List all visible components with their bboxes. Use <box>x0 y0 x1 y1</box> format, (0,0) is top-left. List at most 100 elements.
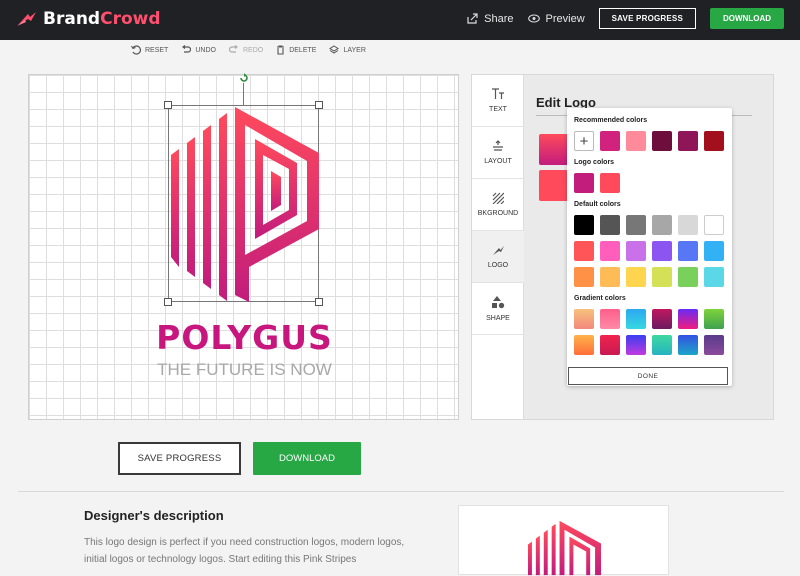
tab-shape-label: SHAPE <box>486 314 510 322</box>
designer-description-title: Designer's description <box>84 508 224 523</box>
default-color-swatch[interactable] <box>574 267 594 287</box>
reset-icon <box>131 45 141 55</box>
undo-icon <box>182 45 192 53</box>
logo-tagline-text[interactable]: THE FUTURE IS NOW <box>29 360 460 380</box>
gradient-color-swatch[interactable] <box>574 335 594 355</box>
layout-icon <box>493 140 503 151</box>
default-color-swatch[interactable] <box>704 267 724 287</box>
gradient-colors-heading: Gradient colors <box>574 295 626 302</box>
gradient-color-swatch[interactable] <box>704 335 724 355</box>
logo-preview-card <box>458 505 669 576</box>
text-icon <box>492 88 504 99</box>
top-download-button[interactable]: DOWNLOAD <box>710 8 784 29</box>
gradient-color-swatch[interactable] <box>574 309 594 329</box>
logo-mark-icon[interactable] <box>169 107 319 307</box>
redo-button[interactable]: REDO <box>228 45 263 55</box>
logo-preview-mark-icon <box>527 520 601 576</box>
default-color-swatch[interactable] <box>600 267 620 287</box>
reset-label: RESET <box>145 46 169 54</box>
editor-toolbar: RESET UNDO REDO DELETE LAYER <box>131 45 366 55</box>
tab-text[interactable]: TEXT <box>472 75 524 127</box>
current-color-swatch-2[interactable] <box>539 170 568 201</box>
default-colors-heading: Default colors <box>574 201 621 208</box>
default-color-swatch[interactable] <box>626 267 646 287</box>
redo-icon <box>228 45 238 53</box>
recommended-color-swatch[interactable] <box>626 131 646 151</box>
shape-icon <box>492 295 505 308</box>
recommended-color-swatch[interactable] <box>600 131 620 151</box>
default-color-swatch[interactable] <box>678 267 698 287</box>
default-color-swatch[interactable] <box>574 215 594 235</box>
logo-canvas[interactable]: POLYGUS THE FUTURE IS NOW <box>28 73 460 420</box>
top-save-progress-button[interactable]: SAVE PROGRESS <box>598 8 696 29</box>
logo-name-text[interactable]: POLYGUS <box>29 318 460 357</box>
tab-background-label: BKGROUND <box>477 210 519 217</box>
default-color-swatch[interactable] <box>600 215 620 235</box>
layer-button[interactable]: LAYER <box>329 45 366 55</box>
reset-button[interactable]: RESET <box>131 45 168 55</box>
top-bar: Brand Crowd Share Preview SAVE PROGRESS D… <box>0 0 800 40</box>
share-icon <box>467 13 478 24</box>
brandcrowd-swoosh-icon <box>17 12 36 26</box>
recommended-color-swatch[interactable] <box>652 131 672 151</box>
gradient-color-swatch[interactable] <box>600 309 620 329</box>
layer-label: LAYER <box>343 46 366 54</box>
recommended-color-swatch[interactable] <box>704 131 724 151</box>
share-label: Share <box>484 12 514 25</box>
background-icon <box>492 192 504 204</box>
default-color-swatch[interactable] <box>652 267 672 287</box>
preview-label: Preview <box>545 12 585 25</box>
color-picker-popup: Recommended colors + Logo colors Default… <box>567 108 732 386</box>
plus-icon: + <box>579 132 589 150</box>
brand-logo[interactable]: Brand Crowd <box>16 9 161 29</box>
tab-logo[interactable]: LOGO <box>472 231 524 283</box>
undo-button[interactable]: UNDO <box>181 45 216 55</box>
gradient-color-swatch[interactable] <box>626 309 646 329</box>
rotate-handle-line <box>243 83 244 105</box>
default-color-swatch[interactable] <box>626 215 646 235</box>
default-color-swatch[interactable] <box>704 241 724 261</box>
eye-icon <box>527 14 540 23</box>
delete-button[interactable]: DELETE <box>276 45 316 55</box>
gradient-color-swatch[interactable] <box>626 335 646 355</box>
gradient-color-swatch[interactable] <box>678 335 698 355</box>
trash-icon <box>277 45 285 55</box>
recommended-colors-heading: Recommended colors <box>574 117 648 124</box>
tab-background[interactable]: BKGROUND <box>472 179 524 231</box>
share-link[interactable]: Share <box>467 12 514 25</box>
tab-layout-label: LAYOUT <box>484 158 512 165</box>
brand-name-part2: Crowd <box>100 9 161 29</box>
undo-label: UNDO <box>195 46 216 54</box>
logo-color-swatch[interactable] <box>600 173 620 193</box>
tab-text-label: TEXT <box>489 106 507 113</box>
preview-link[interactable]: Preview <box>527 12 585 25</box>
brand-name-part1: Brand <box>43 9 101 29</box>
panel-tabs: TEXT LAYOUT BKGROUND LOGO SHAPE <box>472 75 524 419</box>
logo-icon <box>492 245 504 255</box>
add-color-button[interactable]: + <box>574 131 594 151</box>
download-button[interactable]: DOWNLOAD <box>253 442 361 475</box>
section-divider <box>18 491 784 492</box>
save-progress-button[interactable]: SAVE PROGRESS <box>118 442 241 475</box>
default-color-swatch[interactable] <box>704 215 724 235</box>
default-color-swatch[interactable] <box>678 241 698 261</box>
current-color-swatch[interactable] <box>539 134 568 165</box>
tab-layout[interactable]: LAYOUT <box>472 127 524 179</box>
default-color-swatch[interactable] <box>652 215 672 235</box>
tab-shape[interactable]: SHAPE <box>472 283 524 335</box>
gradient-color-swatch[interactable] <box>652 335 672 355</box>
default-color-swatch[interactable] <box>678 215 698 235</box>
recommended-color-swatch[interactable] <box>678 131 698 151</box>
gradient-color-swatch[interactable] <box>678 309 698 329</box>
default-color-swatch[interactable] <box>600 241 620 261</box>
rotate-handle-icon[interactable] <box>239 73 249 83</box>
default-color-swatch[interactable] <box>652 241 672 261</box>
gradient-color-swatch[interactable] <box>704 309 724 329</box>
default-color-swatch[interactable] <box>574 241 594 261</box>
designer-description-text: This logo design is perfect if you need … <box>84 537 405 565</box>
gradient-color-swatch[interactable] <box>652 309 672 329</box>
done-button[interactable]: DONE <box>568 367 728 385</box>
logo-color-swatch[interactable] <box>574 173 594 193</box>
gradient-color-swatch[interactable] <box>600 335 620 355</box>
default-color-swatch[interactable] <box>626 241 646 261</box>
